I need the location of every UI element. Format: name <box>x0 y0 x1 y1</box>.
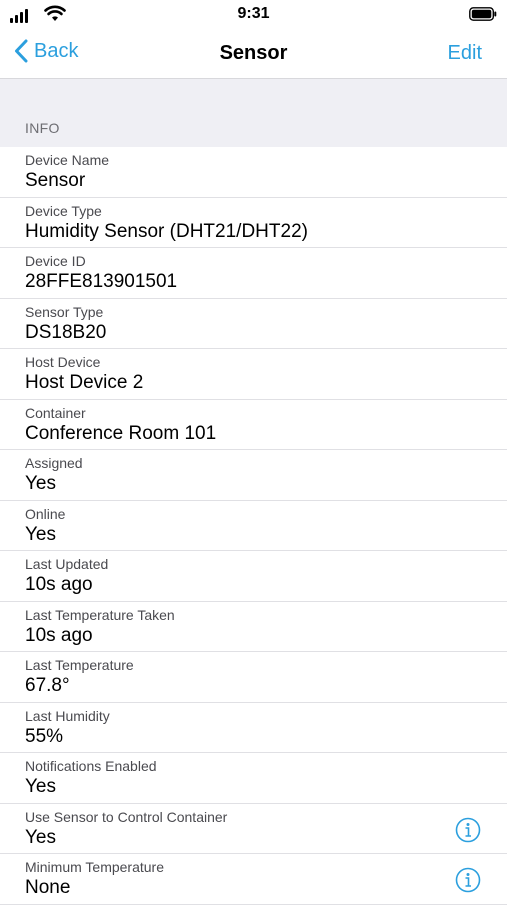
list-item: Last Humidity 55% <box>0 703 507 753</box>
list-item: Device Type Humidity Sensor (DHT21/DHT22) <box>0 198 507 248</box>
row-value: Host Device 2 <box>25 372 144 393</box>
list-item: Device ID 28FFE813901501 <box>0 248 507 299</box>
info-list: Device Name Sensor Device Type Humidity Sen… <box>0 147 507 905</box>
row-value: 67.8° <box>25 675 70 696</box>
status-bar: 9:31 <box>0 0 507 30</box>
status-time: 9:31 <box>237 5 270 22</box>
row-label: Last Updated <box>25 556 109 572</box>
list-item: Notifications Enabled Yes <box>0 753 507 804</box>
list-item: Use Sensor to Control Container Yes <box>0 804 507 854</box>
section-header: INFO <box>0 79 507 147</box>
page-title: Sensor <box>219 42 288 64</box>
navigation-bar: Back Sensor Edit <box>0 30 507 79</box>
row-value: Conference Room 101 <box>25 422 217 444</box>
row-label: Device Type <box>25 202 102 219</box>
row-value: Yes <box>25 473 56 494</box>
row-label: Container <box>25 404 86 421</box>
row-value: Yes <box>25 523 56 545</box>
list-item: Last Updated 10s ago <box>0 551 507 602</box>
list-item: Minimum Temperature None <box>0 854 507 905</box>
list-item: Device Name Sensor <box>0 147 507 198</box>
list-item: Sensor Type DS18B20 <box>0 299 507 349</box>
list-item: Container Conference Room 101 <box>0 400 507 450</box>
row-label: Use Sensor to Control Container <box>25 808 228 825</box>
row-value: 55% <box>25 725 64 747</box>
list-item: Host Device Host Device 2 <box>0 349 507 400</box>
row-label: Online <box>25 505 66 522</box>
row-value: Yes <box>25 776 56 797</box>
row-label: Host Device <box>25 354 101 370</box>
info-icon[interactable] <box>455 817 481 843</box>
row-value: DS18B20 <box>25 321 107 343</box>
row-value: 10s ago <box>25 574 93 595</box>
edit-button[interactable]: Edit <box>448 42 482 65</box>
row-label: Minimum Temperature <box>25 859 165 875</box>
row-label: Last Humidity <box>25 707 110 724</box>
row-label: Sensor Type <box>25 303 104 320</box>
row-label: Last Temperature Taken <box>25 606 175 623</box>
row-value: Humidity Sensor (DHT21/DHT22) <box>25 220 308 242</box>
row-label: Notifications Enabled <box>25 758 157 774</box>
row-label: Device ID <box>25 253 86 269</box>
list-item: Online Yes <box>0 501 507 551</box>
section-title: INFO <box>25 120 60 136</box>
row-label: Device Name <box>25 152 110 168</box>
list-item: Assigned Yes <box>0 450 507 501</box>
row-label: Assigned <box>25 455 83 471</box>
row-value: Sensor <box>25 170 86 191</box>
list-item: Last Temperature Taken 10s ago <box>0 602 507 652</box>
list-item: Last Temperature 67.8° <box>0 652 507 703</box>
row-label: Last Temperature <box>25 657 134 673</box>
row-value: 10s ago <box>25 624 93 646</box>
row-value: 28FFE813901501 <box>25 271 178 292</box>
row-value: None <box>25 877 71 898</box>
battery-icon <box>469 7 497 21</box>
info-icon[interactable] <box>455 867 481 893</box>
row-value: Yes <box>25 826 56 848</box>
